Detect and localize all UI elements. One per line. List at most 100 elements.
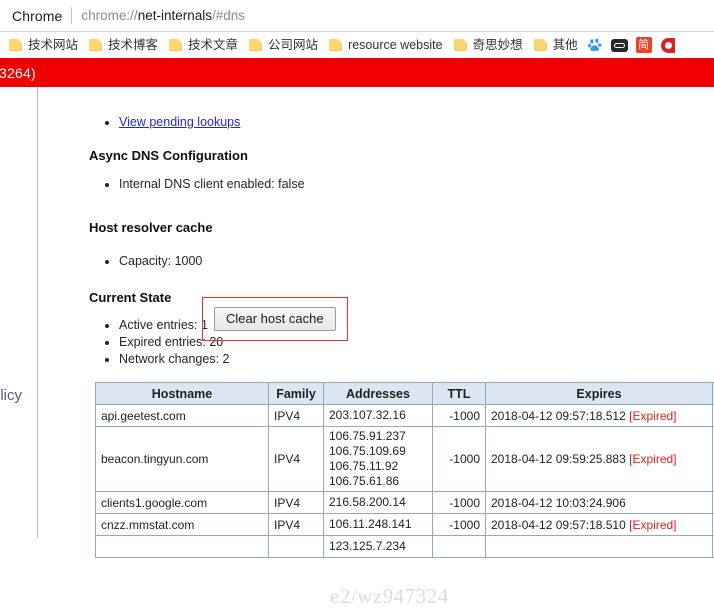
folder-icon: [534, 39, 547, 51]
left-rail: olicy: [0, 87, 38, 537]
folder-icon: [454, 39, 467, 51]
cell-addresses: 123.125.7.234: [324, 536, 433, 558]
expires-value: 2018-04-12 09:57:18.510: [491, 518, 626, 532]
cell-addresses: 203.107.32.16: [324, 405, 433, 427]
table-body: api.geetest.com IPV4 203.107.32.16 -1000…: [96, 405, 714, 558]
bookmark-jian[interactable]: 简: [632, 34, 656, 56]
async-dns-heading: Async DNS Configuration: [89, 148, 248, 163]
bookmark-label: 公司网站: [268, 39, 318, 52]
host-resolver-cache-heading: Host resolver cache: [89, 220, 213, 235]
table-row: cnzz.mmstat.com IPV4 106.11.248.141 -100…: [96, 514, 714, 536]
bookmark-label: 奇思妙想: [473, 39, 523, 52]
bookmark-item-6[interactable]: 其他: [529, 34, 583, 56]
browser-toolbar: Chrome chrome://net-internals/#dns: [0, 0, 714, 32]
url-scheme: chrome://: [81, 8, 137, 23]
cell-hostname: beacon.tingyun.com: [96, 427, 269, 492]
url-host: net-internals: [138, 8, 212, 23]
expired-badge: [Expired]: [629, 518, 676, 532]
bookmark-item-2[interactable]: 技术文章: [164, 34, 243, 56]
expires-value: 2018-04-12 09:59:25.883: [491, 452, 626, 466]
list-item: Capacity: 1000: [119, 253, 202, 270]
red-partial-icon: [661, 38, 675, 53]
async-dns-list: Internal DNS client enabled: false: [89, 176, 305, 193]
folder-icon: [249, 39, 262, 51]
column-header-family[interactable]: Family: [269, 383, 324, 405]
cell-expires: [486, 536, 713, 558]
table-row: api.geetest.com IPV4 203.107.32.16 -1000…: [96, 405, 714, 427]
cell-ttl: -1000: [433, 405, 486, 427]
table-row: clients1.google.com IPV4 216.58.200.14 -…: [96, 492, 714, 514]
bookmark-item-4[interactable]: resource website: [324, 34, 448, 56]
table-header-row: Hostname Family Addresses TTL Expires Ne…: [96, 383, 714, 405]
bookmark-link[interactable]: [608, 34, 632, 56]
cell-ttl: -1000: [433, 427, 486, 492]
cell-addresses: 216.58.200.14: [324, 492, 433, 514]
clear-host-cache-highlight: Clear host cache: [202, 297, 348, 341]
toolbar-divider: [71, 7, 72, 24]
table-header: Hostname Family Addresses TTL Expires Ne…: [96, 383, 714, 405]
cell-ttl: -1000: [433, 514, 486, 536]
bookmark-item-0[interactable]: 技术网站: [4, 34, 83, 56]
cell-expires: 2018-04-12 10:03:24.906: [486, 492, 713, 514]
bookmarks-bar: 技术网站 技术博客 技术文章 公司网站 resource website 奇思妙…: [0, 32, 714, 58]
capacity-list: Capacity: 1000: [89, 253, 202, 270]
link-icon: [611, 39, 628, 52]
bookmark-item-3[interactable]: 公司网站: [244, 34, 323, 56]
jian-icon: 简: [636, 37, 652, 53]
cell-family: IPV4: [269, 405, 324, 427]
cell-expires: 2018-04-12 09:59:25.883 [Expired]: [486, 427, 713, 492]
cell-hostname: cnzz.mmstat.com: [96, 514, 269, 536]
cell-addresses: 106.11.248.141: [324, 514, 433, 536]
pending-lookups-list: View pending lookups: [89, 114, 240, 131]
folder-icon: [329, 39, 342, 51]
cell-family: [269, 536, 324, 558]
list-item: Network changes: 2: [119, 351, 229, 368]
bookmark-label: 技术文章: [188, 39, 238, 52]
bookmark-red-partial[interactable]: [656, 34, 680, 56]
bookmark-label: 其他: [553, 39, 578, 52]
left-rail-label: olicy: [0, 387, 22, 404]
folder-icon: [89, 39, 102, 51]
column-header-hostname[interactable]: Hostname: [96, 383, 269, 405]
folder-icon: [9, 39, 22, 51]
cell-ttl: -1000: [433, 492, 486, 514]
list-item: View pending lookups: [119, 114, 240, 131]
cell-hostname: api.geetest.com: [96, 405, 269, 427]
column-header-ttl[interactable]: TTL: [433, 383, 486, 405]
folder-icon: [169, 39, 182, 51]
address-bar[interactable]: chrome://net-internals/#dns: [81, 8, 245, 23]
app-label: Chrome: [6, 8, 71, 24]
banner-text: 3264): [0, 65, 36, 81]
cell-family: IPV4: [269, 492, 324, 514]
column-header-addresses[interactable]: Addresses: [324, 383, 433, 405]
expires-value: 2018-04-12 09:57:18.512: [491, 409, 626, 423]
expired-badge: [Expired]: [629, 452, 676, 466]
page-content-area: olicy View pending lookups Async DNS Con…: [0, 87, 714, 537]
cell-family: IPV4: [269, 514, 324, 536]
table-row: beacon.tingyun.com IPV4 106.75.91.237 10…: [96, 427, 714, 492]
current-state-heading: Current State: [89, 290, 171, 305]
watermark: e2/wz947324: [330, 584, 449, 609]
view-pending-lookups-link[interactable]: View pending lookups: [119, 115, 240, 129]
red-notification-banner: 3264): [0, 58, 714, 87]
cell-family: IPV4: [269, 427, 324, 492]
host-cache-table: Hostname Family Addresses TTL Expires Ne…: [95, 382, 714, 558]
dns-page-content: View pending lookups Async DNS Configura…: [39, 87, 714, 537]
bookmark-label: resource website: [348, 39, 443, 52]
cell-expires: 2018-04-12 09:57:18.512 [Expired]: [486, 405, 713, 427]
bookmark-item-5[interactable]: 奇思妙想: [449, 34, 528, 56]
clear-host-cache-button[interactable]: Clear host cache: [214, 307, 336, 331]
url-path: /#dns: [212, 8, 245, 23]
list-item: Internal DNS client enabled: false: [119, 176, 305, 193]
bookmark-baidu[interactable]: [584, 34, 608, 56]
cell-hostname: [96, 536, 269, 558]
cell-hostname: clients1.google.com: [96, 492, 269, 514]
bookmark-label: 技术博客: [108, 39, 158, 52]
bookmark-item-1[interactable]: 技术博客: [84, 34, 163, 56]
cell-expires: 2018-04-12 09:57:18.510 [Expired]: [486, 514, 713, 536]
column-header-expires[interactable]: Expires: [486, 383, 713, 405]
baidu-icon: [588, 38, 603, 53]
table-row: 123.125.7.234: [96, 536, 714, 558]
cell-addresses: 106.75.91.237 106.75.109.69 106.75.11.92…: [324, 427, 433, 492]
expired-badge: [Expired]: [629, 409, 676, 423]
